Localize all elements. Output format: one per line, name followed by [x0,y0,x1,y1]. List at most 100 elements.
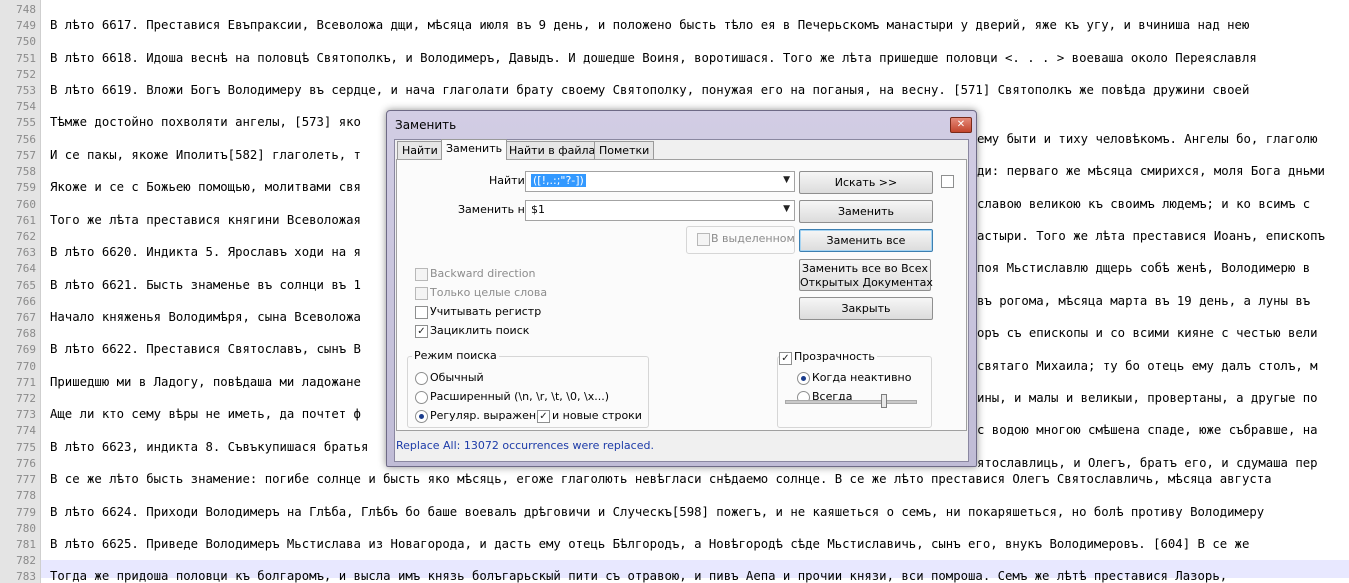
editor-line-fragment: с водою многою смѣшена спаде, юже събрав… [977,423,1318,438]
editor-line: В лѣто 6621. Бысть знаменье въ солнци въ… [50,277,361,292]
tab-find[interactable]: Найти [397,141,443,159]
backward-direction-checkbox[interactable] [415,268,428,281]
line-number: 764 [16,262,36,276]
editor-line-fragment: славою великою къ своимъ людемъ; и ко вс… [977,196,1311,211]
editor-line-fragment: астыри. Того же лѣта преставися Иоанъ, е… [977,228,1325,243]
line-number: 751 [16,51,36,65]
line-number: 765 [16,278,36,292]
line-number: 767 [16,310,36,324]
line-number: 780 [16,521,36,535]
extra-options-checkbox[interactable] [941,175,954,188]
line-number: 768 [16,327,36,341]
editor-line: В лѣто 6624. Приходи Володимеръ на Глѣба… [50,504,1265,519]
editor-line: Якоже и се с Божьею помощью, молитвами с… [50,180,361,195]
newline-checkbox[interactable]: ✓ [537,410,550,423]
editor-line: Тогда же придоша половци къ болгаромъ, и… [50,569,1228,583]
line-number: 748 [16,3,36,16]
editor-line: Того же лѣта преставися княгини Всеволож… [50,212,361,227]
tab-mark[interactable]: Пометки [594,141,655,159]
in-selection-checkbox[interactable] [697,233,710,246]
on-lose-focus-radio[interactable] [797,372,810,385]
line-number: 778 [16,489,36,503]
replace-input-value: $1 [531,203,545,216]
find-next-button[interactable]: Искать >> [799,171,933,194]
find-label: Найти: [489,174,529,187]
line-number: 762 [16,229,36,243]
line-number: 782 [16,554,36,568]
line-number: 783 [16,570,36,583]
whole-word-checkbox[interactable] [415,287,428,300]
replace-button[interactable]: Заменить [799,200,933,223]
editor-line: В лѣто 6623, индикта 8. Съвъкупишася бра… [50,439,369,454]
editor-line: Начало княженья Володимѣря, сына Всеволо… [50,309,361,324]
transparency-slider[interactable] [785,400,917,404]
dialog-title: Заменить [395,118,457,132]
line-number: 779 [16,505,36,519]
line-number: 757 [16,148,36,162]
transparency-checkbox[interactable]: ✓ [779,352,792,365]
find-input[interactable]: ([!,.:;"?-]) ▼ [525,171,795,192]
line-number: 755 [16,116,36,130]
replace-input[interactable]: $1 ▼ [525,200,795,221]
line-number: 752 [16,67,36,81]
line-number: 777 [16,473,36,487]
editor-line: В лѣто 6622. Преставися Святославъ, сынъ… [50,342,361,357]
line-number: 763 [16,246,36,260]
line-number: 781 [16,537,36,551]
editor-line: Тѣмже достойно похволяти ангелы, [573] я… [50,115,361,130]
backward-direction-label: Backward direction [430,267,536,280]
match-case-label: Учитывать регистр [430,305,542,318]
mode-extended-radio[interactable] [415,391,428,404]
editor-line: В лѣто 6619. Вложи Богъ Володимеру въ се… [50,83,1250,98]
replace-label: Заменить на: [458,203,536,216]
editor-line: В лѣто 6617. Преставися Евъпраксии, Всев… [50,18,1250,33]
replace-all-open-docs-button[interactable]: Заменить все во Всех Открытых Документах [799,259,933,291]
editor-line-fragment: ди: перваго же мѣсяца смирихся, моля Бог… [977,164,1325,179]
line-number: 771 [16,375,36,389]
line-number: 769 [16,343,36,357]
transparency-slider-thumb[interactable] [880,394,887,408]
chevron-down-icon[interactable]: ▼ [783,175,790,185]
line-number: 749 [16,19,36,33]
editor-line-fragment: въ рогома, мѣсяца марта въ 19 день, а лу… [977,293,1311,308]
close-icon[interactable]: ✕ [950,117,972,133]
line-number: 758 [16,165,36,179]
line-number: 770 [16,359,36,373]
line-number: 775 [16,440,36,454]
mode-regex-radio[interactable] [415,410,428,423]
status-message: Replace All: 13072 occurrences were repl… [396,439,654,452]
match-case-checkbox[interactable] [415,306,428,319]
find-input-value: ([!,.:;"?-]) [531,174,586,187]
line-number: 761 [16,213,36,227]
replace-tab-panel: Найти: ([!,.:;"?-]) ▼ Искать >> Заменить… [396,159,967,431]
editor-line-fragment: ятославлиць, и Олегъ, братъ его, и сдума… [977,455,1318,470]
line-number: 754 [16,100,36,114]
mode-normal-radio[interactable] [415,372,428,385]
line-number: 760 [16,197,36,211]
line-number: 766 [16,294,36,308]
replace-all-button[interactable]: Заменить все [799,229,933,252]
on-lose-focus-label: Когда неактивно [812,371,912,384]
tab-replace[interactable]: Заменить [441,139,508,160]
in-selection-label: В выделенном [711,232,795,245]
editor-line: Аще ли кто сему вѣры не иметь, да почтет… [50,407,361,422]
mode-regex-label: Регуляр. выражен. [430,409,540,422]
editor-line-fragment: оръ съ епископы и со всими кияне с честь… [977,326,1318,341]
editor-line: В се же лѣто бысть знамение: погибе солн… [50,472,1272,487]
editor-line-fragment: святаго Михаила; ту бо отець ему далъ ст… [977,358,1318,373]
editor-line: И се пакы, якоже Иполитъ[582] глаголеть,… [50,147,361,162]
editor-line-fragment: поя Мьстиславлю дщерь собѣ женѣ, Володим… [977,261,1311,276]
replace-dialog: Заменить ✕ Найти Заменить Найти в файлах… [386,110,977,467]
line-number-gutter: 748 749 750 751 752 753 754 755 756 757 758 759 760 7… [0,0,41,583]
transparency-title: Прозрачность [792,350,877,363]
editor-line: В лѣто 6618. Идоша веснѣ на половцѣ Свят… [50,50,1257,65]
line-number: 776 [16,456,36,470]
wrap-around-checkbox[interactable]: ✓ [415,325,428,338]
tab-find-in-files[interactable]: Найти в файлах [504,141,607,159]
newline-label: и новые строки [552,409,642,422]
mode-extended-label: Расширенный (\n, \r, \t, \0, \x...) [430,390,609,403]
replace-all-open-docs-line1: Заменить все во Всех [802,262,928,275]
chevron-down-icon[interactable]: ▼ [783,204,790,214]
close-button[interactable]: Закрыть [799,297,933,320]
line-number: 772 [16,392,36,406]
